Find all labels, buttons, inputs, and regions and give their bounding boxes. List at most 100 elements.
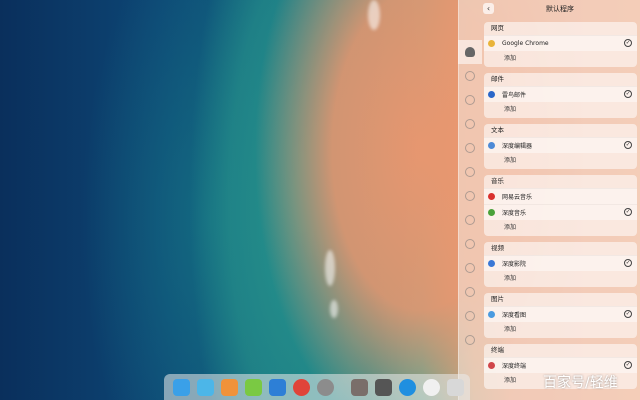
power-icon-glyph <box>465 239 475 249</box>
app-row[interactable]: 深度看图 ✓ <box>484 306 637 322</box>
add-app-button[interactable]: 添加 <box>484 271 637 287</box>
wallpaper-wave-foam <box>325 250 335 286</box>
terminal-icon <box>488 362 495 369</box>
chrome-icon-glyph <box>292 378 310 396</box>
default-apps-list: 网页 Google Chrome ✓ 添加 邮件 雷鸟邮件 ✓ 添加 文本 深度编辑器 ✓ 添加 音乐网… <box>484 22 638 395</box>
app-row[interactable]: Google Chrome ✓ <box>484 35 637 51</box>
control-center-nav <box>458 40 482 352</box>
app-name: 深度终端 <box>502 363 527 370</box>
update-icon[interactable] <box>458 304 482 328</box>
category-card: 音乐网易云音乐深度音乐 ✓ 添加 <box>484 175 637 236</box>
category-title: 音乐 <box>491 177 504 185</box>
cloud-icon[interactable] <box>458 64 482 88</box>
selected-check-icon: ✓ <box>624 361 632 369</box>
category-card: 图片 深度看图 ✓ 添加 <box>484 293 637 338</box>
movie-icon-glyph <box>268 378 286 396</box>
deepin-music-icon <box>488 209 495 216</box>
watermark: 百家号/轻维 <box>543 375 618 391</box>
calendar-icon-glyph <box>465 119 475 129</box>
selected-check-icon: ✓ <box>624 90 632 98</box>
category-title: 视频 <box>491 244 504 252</box>
trash-icon[interactable] <box>444 376 466 398</box>
wallpaper-wave-foam <box>368 0 380 30</box>
app-name: 深度影院 <box>502 261 527 268</box>
selected-check-icon: ✓ <box>624 39 632 47</box>
sound-icon[interactable] <box>458 184 482 208</box>
app-name: Google Chrome <box>502 40 549 47</box>
mouse-icon[interactable] <box>458 256 482 280</box>
add-app-button[interactable]: 添加 <box>484 322 637 338</box>
info-icon-glyph <box>465 335 475 345</box>
app-row[interactable]: 深度影院 ✓ <box>484 255 637 271</box>
category-title: 网页 <box>491 24 504 32</box>
dock <box>164 374 470 400</box>
add-app-button[interactable]: 添加 <box>484 51 637 67</box>
trash-icon-glyph <box>446 378 464 396</box>
personalization-icon-glyph <box>465 143 475 153</box>
time-icon-glyph <box>465 215 475 225</box>
add-app-button[interactable]: 添加 <box>484 102 637 118</box>
network-icon-glyph <box>465 167 475 177</box>
keyboard-icon-glyph <box>465 287 475 297</box>
app-store-icon[interactable] <box>218 376 240 398</box>
keyboard-icon[interactable] <box>372 376 394 398</box>
show-more-icon[interactable] <box>348 376 370 398</box>
add-app-button[interactable]: 添加 <box>484 220 637 236</box>
category-card: 邮件雷鸟邮件 ✓ 添加 <box>484 73 637 118</box>
category-card: 网页 Google Chrome ✓ 添加 <box>484 22 637 67</box>
category-card: 视频深度影院 ✓ 添加 <box>484 242 637 287</box>
app-name: 网易云音乐 <box>502 194 533 201</box>
personalization-icon[interactable] <box>458 136 482 160</box>
image-viewer-icon <box>488 311 495 318</box>
settings-icon-glyph <box>316 378 334 396</box>
panel-header: ‹ 默认程序 <box>480 2 640 16</box>
category-title: 邮件 <box>491 75 504 83</box>
time-icon[interactable] <box>458 208 482 232</box>
app-row[interactable]: 深度编辑器 ✓ <box>484 137 637 153</box>
launcher-icon[interactable] <box>170 376 192 398</box>
power-icon-glyph <box>398 378 416 396</box>
app-row[interactable]: 深度音乐 ✓ <box>484 204 637 220</box>
music-icon-glyph <box>244 378 262 396</box>
sound-icon-glyph <box>465 191 475 201</box>
app-name: 深度编辑器 <box>502 143 533 150</box>
wallpaper-wave-foam <box>330 300 338 318</box>
clock-icon[interactable] <box>420 376 442 398</box>
category-title: 文本 <box>491 126 504 134</box>
deepin-movie-icon <box>488 260 495 267</box>
show-more-icon-glyph <box>350 378 368 396</box>
music-icon[interactable] <box>242 376 264 398</box>
calendar-icon[interactable] <box>458 112 482 136</box>
selected-check-icon: ✓ <box>624 259 632 267</box>
app-name: 深度音乐 <box>502 210 527 217</box>
app-name: 深度看图 <box>502 312 527 319</box>
selected-check-icon: ✓ <box>624 208 632 216</box>
thunderbird-icon <box>488 91 495 98</box>
category-card: 文本深度编辑器 ✓ 添加 <box>484 124 637 169</box>
power-icon[interactable] <box>396 376 418 398</box>
keyboard-icon[interactable] <box>458 280 482 304</box>
display-icon-glyph <box>465 95 475 105</box>
file-manager-icon-glyph <box>196 378 214 396</box>
account-icon[interactable] <box>458 40 482 64</box>
power-icon[interactable] <box>458 232 482 256</box>
movie-icon[interactable] <box>266 376 288 398</box>
display-icon[interactable] <box>458 88 482 112</box>
selected-check-icon: ✓ <box>624 141 632 149</box>
app-row[interactable]: 深度终端 ✓ <box>484 357 637 373</box>
chrome-icon[interactable] <box>290 376 312 398</box>
network-icon[interactable] <box>458 160 482 184</box>
launcher-icon-glyph <box>172 378 190 396</box>
account-icon-glyph <box>465 47 475 57</box>
netease-music-icon <box>488 193 495 200</box>
add-app-button[interactable]: 添加 <box>484 153 637 169</box>
chrome-icon <box>488 40 495 47</box>
app-row[interactable]: 网易云音乐 <box>484 188 637 204</box>
settings-icon[interactable] <box>314 376 336 398</box>
app-row[interactable]: 雷鸟邮件 ✓ <box>484 86 637 102</box>
file-manager-icon[interactable] <box>194 376 216 398</box>
update-icon-glyph <box>465 311 475 321</box>
app-name: 雷鸟邮件 <box>502 92 527 99</box>
info-icon[interactable] <box>458 328 482 352</box>
cloud-icon-glyph <box>465 71 475 81</box>
